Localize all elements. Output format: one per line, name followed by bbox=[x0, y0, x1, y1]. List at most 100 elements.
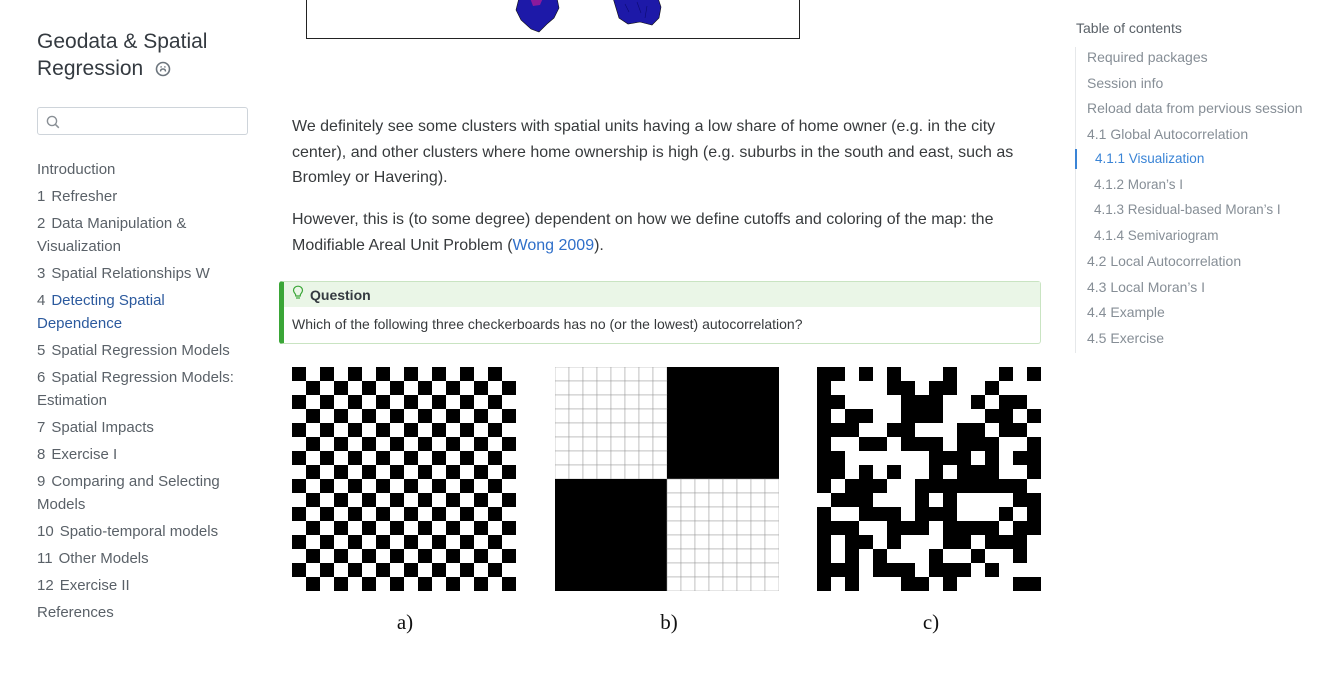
sidebar-item[interactable]: 10 Spatio-temporal models bbox=[37, 520, 252, 543]
board-cell bbox=[376, 493, 390, 507]
sidebar-item[interactable]: 1 Refresher bbox=[37, 185, 252, 208]
sidebar-item[interactable]: 5 Spatial Regression Models bbox=[37, 339, 252, 362]
sidebar-item[interactable]: 7 Spatial Impacts bbox=[37, 416, 252, 439]
board-cell bbox=[348, 507, 362, 521]
board-cell bbox=[723, 437, 737, 451]
board-cell bbox=[765, 437, 779, 451]
board-cell bbox=[432, 437, 446, 451]
board-cell bbox=[390, 367, 404, 381]
board-cell bbox=[901, 521, 915, 535]
board-cell bbox=[667, 367, 681, 381]
board-cell bbox=[610, 450, 626, 466]
toc-item[interactable]: 4.1.1 Visualization bbox=[1075, 149, 1326, 169]
board-cell bbox=[722, 576, 738, 591]
board-cell bbox=[611, 479, 625, 493]
board-cell bbox=[474, 507, 488, 521]
board-cell bbox=[334, 479, 348, 493]
board-cell bbox=[432, 367, 446, 381]
toc-item[interactable]: 4.4 Example bbox=[1076, 302, 1326, 322]
board-cell bbox=[817, 409, 831, 423]
board-cell bbox=[831, 535, 845, 549]
toc-item[interactable]: 4.5 Exercise bbox=[1076, 328, 1326, 348]
board-cell bbox=[597, 479, 611, 493]
sidebar-item[interactable]: 8 Exercise I bbox=[37, 443, 252, 466]
board-cell bbox=[582, 367, 598, 382]
board-cell bbox=[334, 409, 348, 423]
board-cell bbox=[597, 563, 611, 577]
board-cell bbox=[845, 465, 859, 479]
toc-item[interactable]: 4.1.2 Moran’s I bbox=[1076, 175, 1326, 195]
board-cell bbox=[488, 549, 502, 563]
board-cell bbox=[873, 395, 887, 409]
board-cell bbox=[362, 381, 376, 395]
board-cell bbox=[873, 549, 887, 563]
board-cell bbox=[488, 479, 502, 493]
toc-item[interactable]: 4.3 Local Moran’s I bbox=[1076, 277, 1326, 297]
board-cell bbox=[404, 493, 418, 507]
board-cell bbox=[610, 464, 626, 480]
board-cell bbox=[306, 577, 320, 591]
board-cell bbox=[652, 408, 668, 424]
board-cell bbox=[583, 577, 597, 591]
board-cell bbox=[764, 492, 779, 508]
board-cell bbox=[845, 423, 859, 437]
board-cell bbox=[390, 535, 404, 549]
toc-item[interactable]: 4.1 Global Autocorrelation bbox=[1076, 124, 1326, 144]
board-cell bbox=[765, 451, 779, 465]
board-cell bbox=[971, 521, 985, 535]
sidebar-item[interactable]: 3 Spatial Relationships W bbox=[37, 262, 252, 285]
board-cell bbox=[460, 479, 474, 493]
board-cell bbox=[596, 450, 612, 466]
sidebar-item[interactable]: 4 Detecting Spatial Dependence bbox=[37, 289, 252, 335]
sidebar-item-label: Comparing and Selecting Models bbox=[37, 473, 220, 513]
board-cell bbox=[751, 451, 765, 465]
board-cell bbox=[446, 493, 460, 507]
board-cell bbox=[1013, 563, 1027, 577]
github-icon[interactable] bbox=[155, 57, 171, 84]
sidebar-item[interactable]: 9 Comparing and Selecting Models bbox=[37, 470, 252, 516]
board-cell bbox=[625, 549, 639, 563]
board-cell bbox=[817, 549, 831, 563]
sidebar-item[interactable]: 12 Exercise II bbox=[37, 574, 252, 597]
sidebar-item[interactable]: 11 Other Models bbox=[37, 547, 252, 570]
board-cell bbox=[887, 437, 901, 451]
sidebar-item[interactable]: Introduction bbox=[37, 158, 252, 181]
board-cell bbox=[817, 521, 831, 535]
search-box[interactable] bbox=[37, 107, 248, 135]
board-cell bbox=[915, 423, 929, 437]
board-cell bbox=[957, 507, 971, 521]
board-cell bbox=[362, 395, 376, 409]
board-cell bbox=[817, 451, 831, 465]
search-input[interactable] bbox=[66, 111, 240, 133]
toc-item[interactable]: 4.2 Local Autocorrelation bbox=[1076, 251, 1326, 271]
sidebar-item-number: 3 bbox=[37, 265, 46, 282]
board-cell bbox=[502, 465, 516, 479]
sidebar-item[interactable]: 6 Spatial Regression Models: Estimation bbox=[37, 366, 252, 412]
board-cell bbox=[859, 535, 873, 549]
board-cell bbox=[751, 437, 765, 451]
board-cell bbox=[376, 409, 390, 423]
sidebar-item[interactable]: References bbox=[37, 601, 252, 624]
toc-item[interactable]: Session info bbox=[1076, 73, 1326, 93]
site-title[interactable]: Geodata & Spatial Regression bbox=[37, 28, 237, 84]
board-cell bbox=[653, 577, 667, 591]
toc-item[interactable]: Reload data from pervious session bbox=[1076, 98, 1326, 118]
board-cell bbox=[985, 577, 999, 591]
sidebar-item[interactable]: 2 Data Manipulation & Visualization bbox=[37, 212, 252, 258]
board-cell bbox=[1013, 367, 1027, 381]
board-cell bbox=[583, 521, 597, 535]
toc-item[interactable]: 4.1.3 Residual-based Moran’s I bbox=[1076, 200, 1326, 220]
board-cell bbox=[418, 395, 432, 409]
board-cell bbox=[736, 534, 752, 550]
board-cell bbox=[376, 437, 390, 451]
board-cell bbox=[985, 521, 999, 535]
paragraph-maup-text: However, this is (to some degree) depend… bbox=[292, 211, 994, 254]
toc-item[interactable]: Required packages bbox=[1076, 47, 1326, 67]
board-cell bbox=[999, 395, 1013, 409]
board-cell bbox=[653, 535, 667, 549]
citation-link[interactable]: Wong 2009 bbox=[513, 237, 595, 254]
toc-item[interactable]: 4.1.4 Semivariogram bbox=[1076, 226, 1326, 246]
board-cell bbox=[488, 451, 502, 465]
board-cell bbox=[667, 451, 681, 465]
board-cell bbox=[320, 381, 334, 395]
